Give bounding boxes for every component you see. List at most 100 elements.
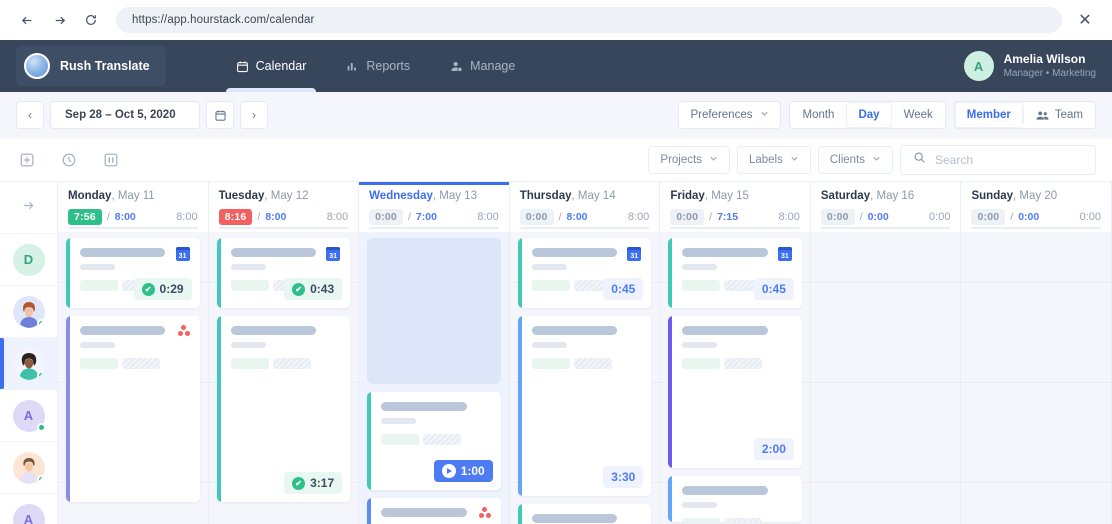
day-date: , May 12 (264, 190, 309, 202)
event-card[interactable]: 31 0:45 (668, 238, 802, 308)
member-rail-item[interactable] (0, 338, 57, 390)
brand-logo-icon (24, 53, 50, 79)
drop-zone[interactable] (367, 238, 501, 384)
event-tag-green (80, 358, 118, 369)
day-column[interactable]: Tuesday, May 12 8:16 / 8:00 8:00 31 ✔ 0:43 ✔ 3:17 (208, 182, 360, 524)
reload-icon[interactable] (78, 7, 104, 33)
day-column[interactable]: Sunday, May 20 0:00 / 0:00 0:00 (961, 182, 1112, 524)
event-color-bar (517, 504, 522, 524)
day-totals-row: 0:00 / 0:00 0:00 (971, 209, 1101, 225)
day-totals-row: 0:00 / 8:00 8:00 (519, 209, 649, 225)
calendar-31-icon: 31 (175, 247, 190, 261)
event-color-bar (216, 238, 221, 308)
calendar-picker-icon[interactable] (206, 101, 234, 129)
day-column[interactable]: Friday, May 15 0:00 / 7:15 8:00 31 0:45 2:00 (660, 182, 811, 524)
member-rail-item[interactable]: D (0, 234, 57, 286)
clients-dropdown[interactable]: Clients (817, 145, 893, 174)
event-duration: 0:29 (159, 282, 184, 296)
forward-arrow-icon[interactable] (46, 7, 72, 33)
badge-wrapper: 31 (175, 247, 190, 261)
event-time-chip[interactable]: 0:45 (603, 278, 644, 300)
day-total-time: 0:00 (1079, 211, 1102, 223)
add-square-icon[interactable] (16, 149, 38, 171)
badge-wrapper: 31 (627, 247, 642, 261)
event-title-placeholder (230, 248, 317, 257)
event-card[interactable] (66, 316, 200, 502)
projects-dropdown[interactable]: Projects (648, 145, 730, 174)
chevron-down-icon (872, 154, 881, 166)
play-icon[interactable] (441, 464, 456, 478)
view-option-month[interactable]: Month (790, 102, 846, 128)
event-time-chip[interactable]: 0:45 (753, 278, 794, 300)
event-tags-placeholder (381, 434, 491, 445)
view-option-week[interactable]: Week (892, 102, 945, 128)
scope-option-team[interactable]: Team (1024, 102, 1095, 128)
member-rail-item[interactable] (0, 442, 57, 494)
day-weekday: Tuesday (218, 190, 265, 202)
day-column[interactable]: Thursday, May 14 0:00 / 8:00 8:00 31 0:45 3:30 (509, 182, 661, 524)
event-title-placeholder (531, 514, 618, 523)
date-range-field[interactable]: Sep 28 – Oct 5, 2020 (50, 101, 200, 129)
day-column[interactable]: Monday, May 11 7:56 / 8:00 8:00 31 ✔ 0:29 (58, 182, 209, 524)
next-period-button[interactable]: › (240, 101, 268, 129)
day-title: Monday, May 11 (68, 190, 198, 202)
event-time-chip[interactable]: 2:00 (753, 438, 794, 460)
event-title-placeholder (682, 486, 768, 495)
event-card[interactable]: 31 ✔ 0:43 (216, 238, 351, 308)
rail-collapse-button[interactable] (0, 182, 57, 234)
workspace-brand[interactable]: Rush Translate (16, 46, 166, 86)
member-avatar-initial: A (12, 503, 45, 524)
event-tags-placeholder (682, 358, 792, 369)
labels-dropdown[interactable]: Labels (736, 145, 811, 174)
event-time-chip[interactable]: 3:30 (603, 466, 644, 488)
back-arrow-icon[interactable] (14, 7, 40, 33)
close-icon[interactable]: ✕ (1072, 7, 1098, 33)
preferences-dropdown[interactable]: Preferences (678, 101, 782, 129)
view-option-day[interactable]: Day (846, 102, 892, 128)
scope-option-member[interactable]: Member (954, 102, 1023, 128)
event-card[interactable]: 1:00 (367, 392, 501, 490)
event-card[interactable] (668, 476, 802, 522)
event-time-chip[interactable]: ✔ 0:43 (284, 278, 343, 300)
clients-label: Clients (829, 153, 865, 166)
tab-manage[interactable]: Manage (432, 40, 533, 92)
user-role: Manager • Marketing (1003, 68, 1096, 80)
event-title-placeholder (531, 326, 618, 335)
layout-icon[interactable] (100, 149, 122, 171)
event-time-chip[interactable]: ✔ 3:17 (284, 472, 343, 494)
day-column[interactable]: Wednesday, May 13 0:00 / 7:00 8:00 1:00 (359, 182, 510, 524)
event-card[interactable]: 3:30 (517, 316, 652, 496)
timer-icon[interactable] (58, 149, 80, 171)
event-color-bar (668, 316, 673, 468)
event-card[interactable]: 31 0:45 (517, 238, 652, 308)
member-rail-item[interactable] (0, 286, 57, 338)
day-progress-bar (218, 227, 349, 229)
event-tag-striped (573, 358, 612, 369)
tab-calendar[interactable]: Calendar (218, 40, 325, 96)
event-card[interactable]: ✔ 3:17 (216, 316, 351, 502)
member-rail-item[interactable]: A (0, 390, 57, 442)
day-column[interactable]: Saturday, May 16 0:00 / 0:00 0:00 (810, 182, 962, 524)
member-rail-item[interactable]: A (0, 494, 57, 524)
event-card[interactable] (517, 504, 652, 524)
address-bar[interactable]: https://app.hourstack.com/calendar (116, 7, 1062, 33)
search-input[interactable]: Search (900, 144, 1096, 175)
day-title: Saturday, May 16 (821, 190, 951, 202)
day-title: Wednesday, May 13 (369, 190, 499, 202)
member-avatar-initial: A (12, 399, 46, 432)
goal-time: 0:00 (867, 211, 889, 223)
badge-wrapper: 31 (326, 247, 341, 261)
tab-reports[interactable]: Reports (328, 40, 428, 92)
event-subtitle-placeholder (682, 502, 718, 508)
event-time-chip[interactable]: ✔ 0:29 (133, 278, 192, 300)
event-card[interactable]: 2:00 (668, 316, 802, 468)
event-card[interactable] (367, 498, 501, 524)
user-menu[interactable]: A Amelia Wilson Manager • Marketing (963, 51, 1096, 81)
event-card[interactable]: 31 ✔ 0:29 (66, 238, 200, 308)
main-nav: Calendar Reports Manage (218, 40, 534, 96)
prev-period-button[interactable]: ‹ (16, 101, 44, 129)
badge-wrapper (478, 507, 491, 518)
event-tag-striped (272, 358, 311, 369)
event-time-chip[interactable]: 1:00 (433, 460, 493, 482)
badge-wrapper (177, 325, 190, 336)
